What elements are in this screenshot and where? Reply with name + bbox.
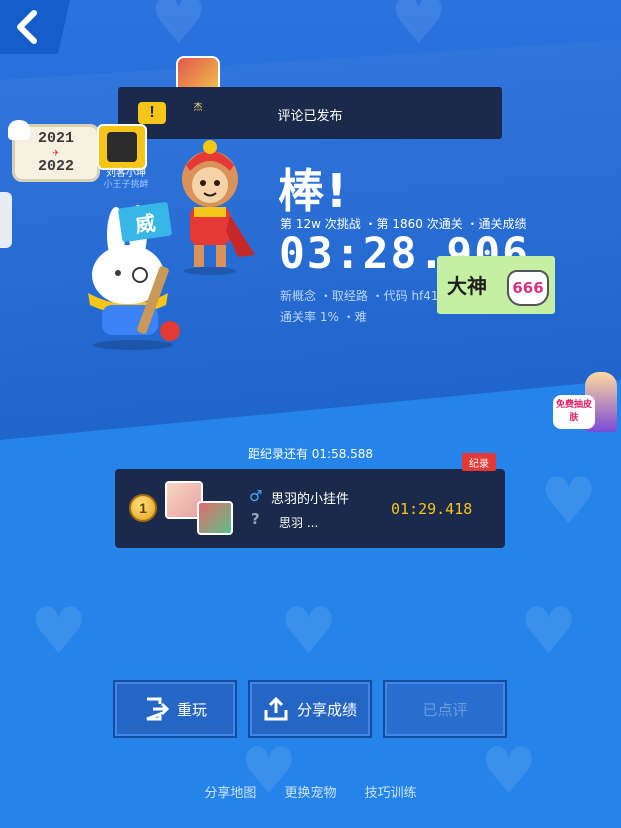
rated-label: 已点评 [422, 700, 468, 719]
chevron-left-icon [17, 10, 37, 44]
male-icon: ♂ [249, 487, 263, 505]
record-player-name: 思羽的小挂件 [271, 492, 350, 507]
pass-rate: 通关率 1% ・难 [280, 310, 367, 324]
record-card[interactable]: 1 ♂ ? 思羽的小挂件 思羽 ... 01:29.418 [115, 469, 505, 548]
share-result-button[interactable]: 分享成绩 [248, 680, 372, 738]
replay-button[interactable]: 重玩 [113, 680, 237, 738]
year-bottom-text: 2022 [37, 158, 74, 175]
pet-avatar [197, 501, 233, 535]
rated-button[interactable]: 已点评 [383, 680, 507, 738]
footer-links: 分享地图 更换宠物 技巧训练 [0, 782, 621, 801]
plane-icon: ✈ [52, 146, 60, 160]
avatar-label: 杰 [193, 103, 203, 113]
rabbit-sign: 威 [117, 201, 173, 243]
replay-label: 重玩 [176, 700, 207, 719]
change-pet-link[interactable]: 更换宠物 [284, 786, 336, 801]
record-player-sub: 思羽 ... [279, 516, 319, 530]
share-map-link[interactable]: 分享地图 [204, 786, 256, 801]
skill-training-link[interactable]: 技巧训练 [365, 786, 417, 801]
question-icon: ? [251, 510, 260, 528]
share-label: 分享成绩 [296, 700, 357, 719]
side-sticker[interactable] [0, 192, 12, 248]
free-skin-button[interactable]: 免费抽皮肤 [553, 395, 595, 429]
heart-pattern-icon: ♥ [540, 465, 598, 539]
ghost-icon [8, 120, 30, 140]
replay-icon [146, 697, 169, 721]
dashen-text: 大神 [447, 274, 487, 298]
heart-pattern-icon: ♥ [150, 0, 208, 59]
back-button[interactable] [0, 0, 70, 54]
dashen-badge: 666 [507, 270, 549, 306]
share-icon [264, 696, 288, 721]
dashen-sticker[interactable]: 大神 666 [437, 256, 555, 314]
record-gap-text: 距纪录还有 01:58.588 [247, 447, 374, 461]
result-title: 棒! [278, 164, 349, 218]
rank-medal-icon: 1 [129, 494, 157, 522]
toast-notification: ! 评论已发布 [118, 87, 502, 139]
heart-pattern-icon: ♥ [30, 595, 88, 669]
heart-pattern-icon: ♥ [390, 0, 448, 59]
heart-pattern-icon: ♥ [520, 595, 578, 669]
record-badge: 纪录 [462, 453, 496, 471]
heart-pattern-icon: ♥ [280, 595, 338, 669]
level-info: 新概念 ・取经路 ・代码 hf419 [280, 289, 447, 303]
friend-avatar [107, 132, 137, 162]
friend-subtitle: 小王子挑衅 [103, 180, 149, 190]
record-time: 01:29.418 [391, 500, 473, 518]
